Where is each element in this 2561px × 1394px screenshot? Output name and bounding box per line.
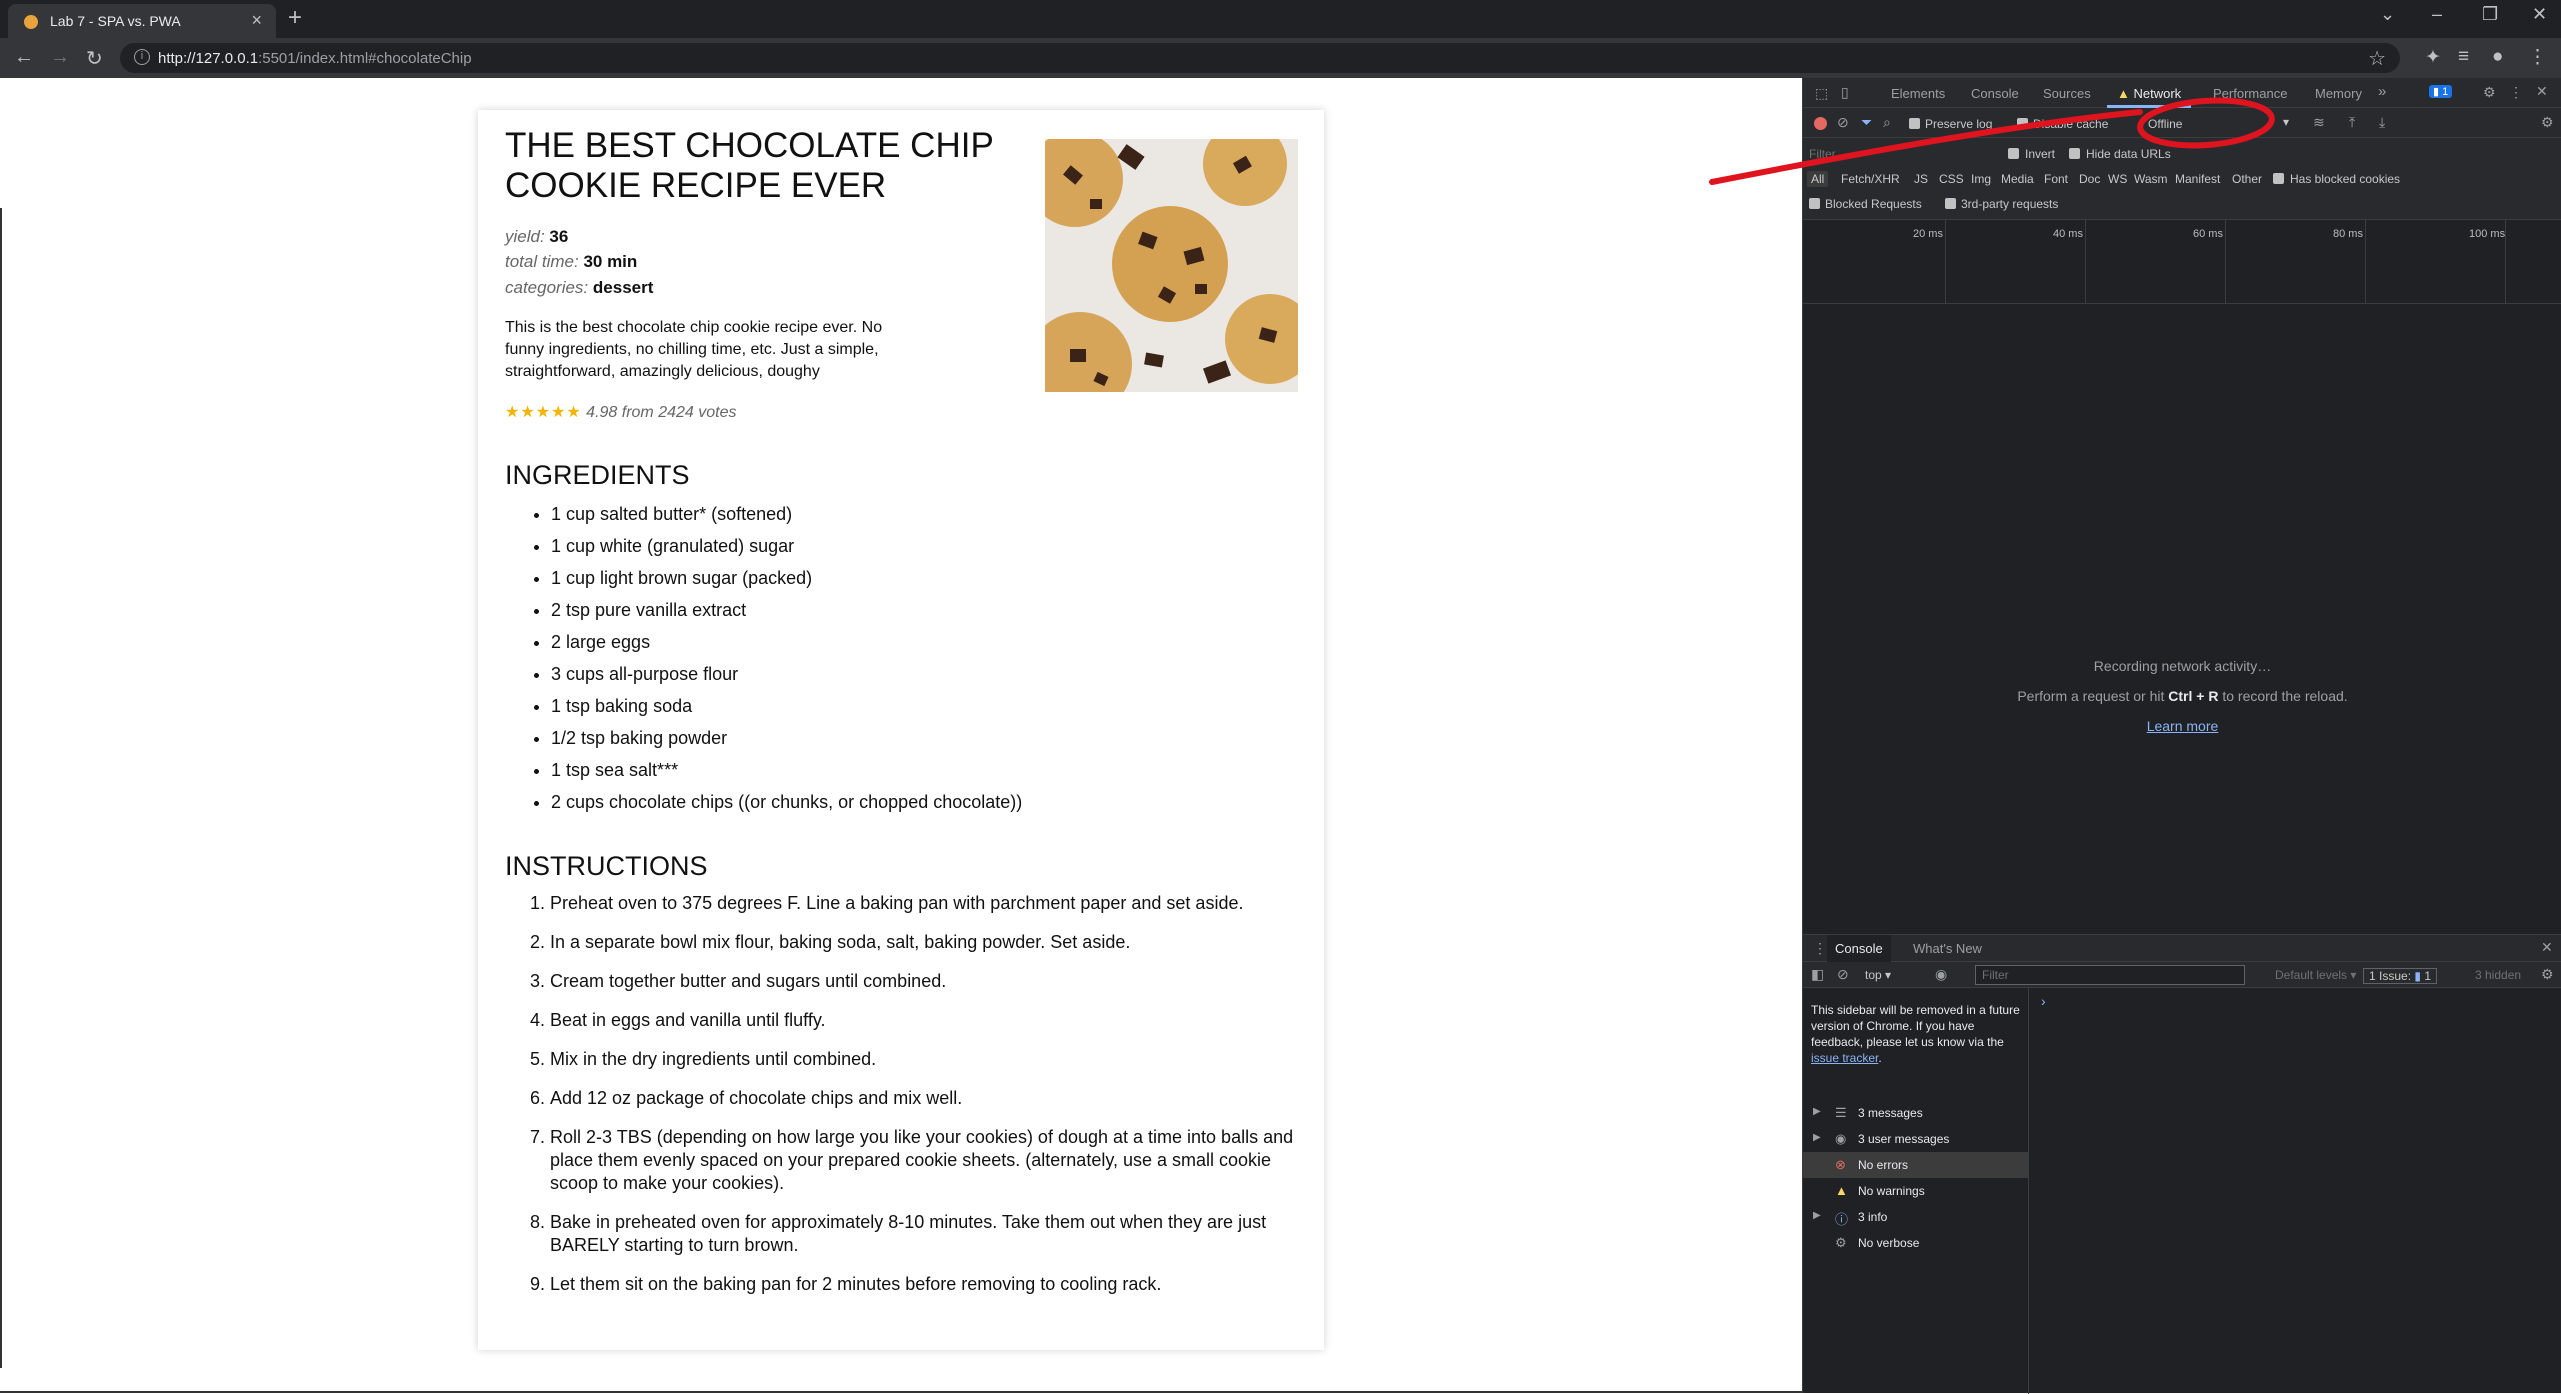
annotation-circle — [2137, 97, 2275, 149]
annotation-arrow-stroke — [1709, 109, 2143, 185]
red-annotation-overlay — [1709, 97, 2275, 185]
